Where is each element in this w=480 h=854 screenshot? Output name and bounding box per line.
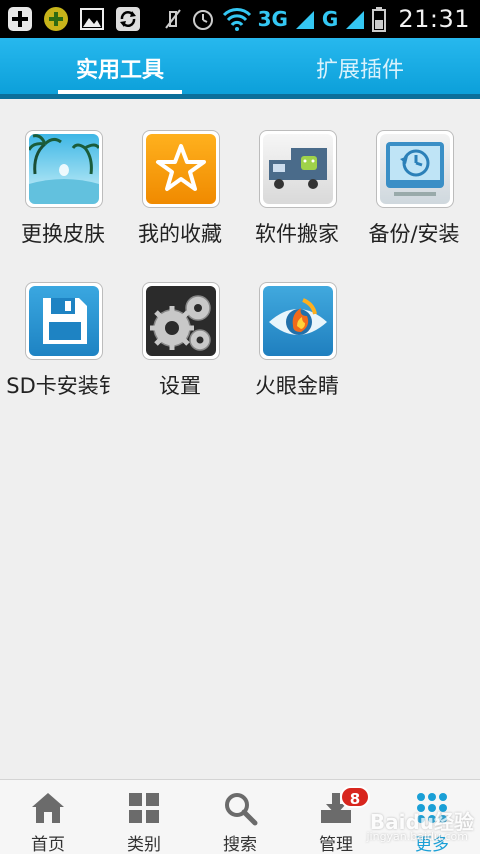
network-type-1: 3G [257,7,288,31]
tool-item-sd-install[interactable]: SD卡安装钅 [4,270,122,410]
notification-icons [6,5,142,33]
star-icon [142,130,220,208]
watermark-url: jingyan.baidu.com [366,830,468,843]
nav-label: 类别 [127,835,161,854]
tab-bar: 实用工具 扩展插件 [0,38,480,98]
alarm-icon [192,10,213,30]
tool-label: SD卡安装钅 [6,374,120,398]
home-icon [32,793,64,823]
skin-icon [25,130,103,208]
status-bar: 3G G 21:31 [0,0,480,38]
update-count-badge: 8 [340,786,370,808]
tool-item-backup[interactable]: 备份/安装 [355,118,473,258]
game-icon [42,5,70,33]
tab-bar-divider [0,94,480,99]
tool-label: 备份/安装 [368,222,460,246]
truck-icon [259,130,337,208]
tool-label: 火眼金睛 [255,374,339,398]
gallery-icon [78,5,106,33]
clock: 21:31 [398,5,470,33]
tool-label: 更换皮肤 [21,222,105,246]
nav-label: 搜索 [223,835,257,854]
system-icons: 3G G 21:31 [162,0,470,38]
tab-plugins[interactable]: 扩展插件 [240,38,480,98]
signal-icon [295,11,314,29]
category-icon [129,793,159,823]
sync-icon [114,5,142,33]
nav-label: 首页 [31,835,65,854]
nav-search[interactable]: 搜索 [192,780,288,854]
tool-item-fire-eye[interactable]: 火眼金睛 [238,270,356,410]
tool-item-settings[interactable]: 设置 [121,270,239,410]
wifi-icon [222,8,251,31]
tool-item-skin[interactable]: 更换皮肤 [4,118,122,258]
gear-icon [142,282,220,360]
network-type-2: G [321,7,339,31]
battery-icon [372,7,387,32]
add-icon [6,5,34,33]
mute-icon [164,9,181,29]
search-icon [225,793,258,826]
eye-icon [259,282,337,360]
tool-item-move-apps[interactable]: 软件搬家 [238,118,356,258]
floppy-icon [25,282,103,360]
tool-label: 软件搬家 [255,222,339,246]
nav-category[interactable]: 类别 [96,780,192,854]
tool-label: 设置 [159,374,201,398]
nav-home[interactable]: 首页 [0,780,96,854]
signal-icon-2 [346,11,365,29]
tool-label: 我的收藏 [138,222,222,246]
tool-item-favorites[interactable]: 我的收藏 [121,118,239,258]
backup-icon [376,130,454,208]
tab-utilities[interactable]: 实用工具 [0,38,240,98]
